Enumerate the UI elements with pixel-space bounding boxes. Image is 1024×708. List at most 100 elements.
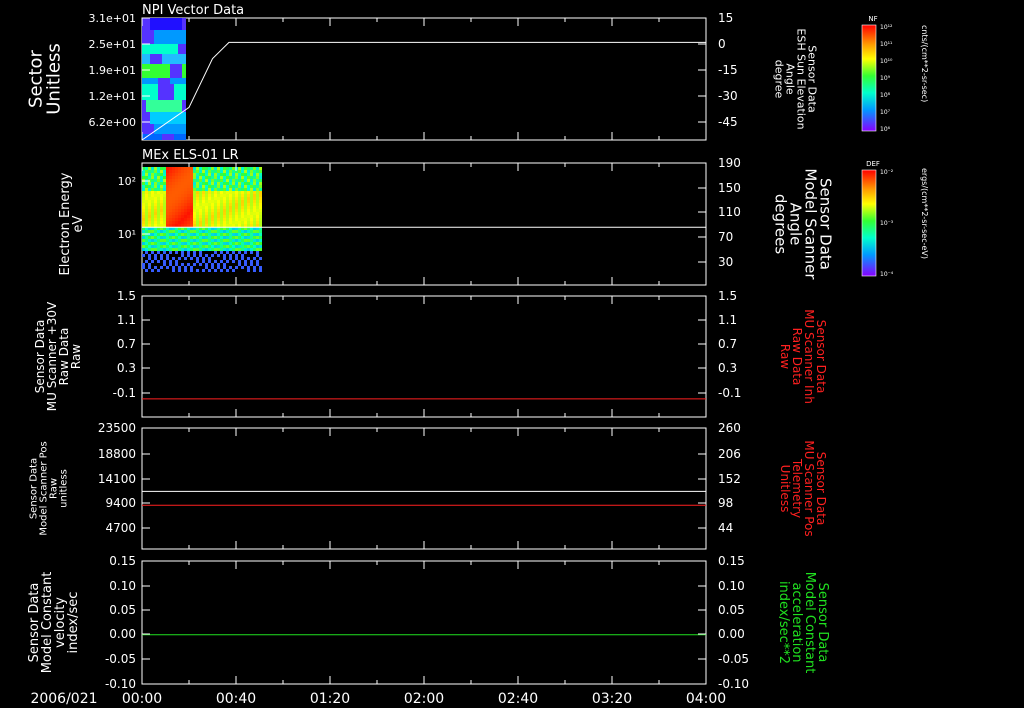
spectrogram-cell xyxy=(199,194,202,197)
spectrogram-cell xyxy=(220,185,223,188)
spectrogram-cell xyxy=(217,206,220,209)
spectrogram-cell xyxy=(174,54,178,64)
spectrogram-cell xyxy=(205,263,208,266)
spectrogram-cell xyxy=(241,179,244,182)
spectrogram-cell xyxy=(187,179,190,182)
spectrogram-cell xyxy=(232,206,235,209)
spectrogram-cell xyxy=(142,224,145,227)
spectrogram-cell xyxy=(208,248,211,251)
spectrogram-cell xyxy=(151,200,154,203)
spectrogram-cell xyxy=(253,248,256,251)
spectrogram-cell xyxy=(181,242,184,245)
spectrogram-cell xyxy=(163,236,166,239)
spectrogram-cell xyxy=(208,209,211,212)
spectrogram-cell xyxy=(196,218,199,221)
spectrogram-cell xyxy=(220,206,223,209)
spectrogram-cell xyxy=(199,236,202,239)
spectrogram-cell xyxy=(193,194,196,197)
spectrogram-cell xyxy=(178,173,181,176)
spectrogram-cell xyxy=(196,206,199,209)
spectrogram-cell xyxy=(235,257,238,260)
spectrogram-cell xyxy=(187,197,190,200)
spectrogram-cell xyxy=(256,260,259,263)
spectrogram-cell xyxy=(238,218,241,221)
spectrogram-cell xyxy=(148,236,151,239)
spectrogram-cell xyxy=(226,182,229,185)
spectrogram-cell xyxy=(151,197,154,200)
spectrogram-cell xyxy=(142,206,145,209)
spectrogram-cell xyxy=(193,167,196,170)
spectrogram-cell xyxy=(247,269,250,272)
spectrogram-cell xyxy=(199,221,202,224)
spectrogram-cell xyxy=(148,221,151,224)
spectrogram-cell xyxy=(244,215,247,218)
spectrogram-cell xyxy=(202,239,205,242)
spectrogram-cell xyxy=(217,185,220,188)
spectrogram-cell xyxy=(202,206,205,209)
spectrogram-cell xyxy=(193,209,196,212)
spectrogram-cell xyxy=(226,173,229,176)
spectrogram-cell xyxy=(142,194,145,197)
spectrogram-cell xyxy=(181,197,184,200)
spectrogram-cell xyxy=(232,236,235,239)
spectrogram-cell xyxy=(235,230,238,233)
spectrogram-cell xyxy=(259,176,262,179)
spectrogram-cell xyxy=(217,194,220,197)
spectrogram-cell xyxy=(154,224,157,227)
spectrogram-cell xyxy=(235,203,238,206)
spectrogram-cell xyxy=(158,100,162,112)
colorbar-def-unit: ergs/(cm**2-sr-sec-eV) xyxy=(920,168,929,259)
spectrogram-cell xyxy=(253,218,256,221)
spectrogram-cell xyxy=(151,242,154,245)
spectrogram-cell xyxy=(211,230,214,233)
spectrogram-cell xyxy=(157,191,160,194)
spectrogram-cell xyxy=(214,233,217,236)
spectrogram-cell xyxy=(157,248,160,251)
spectrogram-cell xyxy=(256,215,259,218)
spectrogram-cell xyxy=(169,260,172,263)
spectrogram-cell xyxy=(232,260,235,263)
spectrogram-cell xyxy=(223,233,226,236)
spectrogram-cell xyxy=(256,197,259,200)
spectrogram-cell xyxy=(199,188,202,191)
spectrogram-cell xyxy=(238,230,241,233)
spectrogram-cell xyxy=(259,221,262,224)
spectrogram-cell xyxy=(208,236,211,239)
spectrogram-cell xyxy=(235,233,238,236)
spectrogram-cell xyxy=(253,269,256,272)
spectrogram-cell xyxy=(169,248,172,251)
spectrogram-cell xyxy=(190,233,193,236)
spectrogram-cell xyxy=(247,230,250,233)
spectrogram-cell xyxy=(178,218,181,221)
spectrogram-cell xyxy=(217,203,220,206)
panel-3: 1.5 1.1 0.7 0.3 -0.1 1.5 1.1 0.7 0.3 -0.1 Sensor D… xyxy=(33,289,828,418)
spectrogram-cell xyxy=(151,239,154,242)
spectrogram-cell xyxy=(178,257,181,260)
spectrogram-cell xyxy=(178,30,182,44)
spectrogram-cell xyxy=(181,221,184,224)
spectrogram-cell xyxy=(202,233,205,236)
spectrogram-cell xyxy=(190,221,193,224)
spectrogram-cell xyxy=(184,185,187,188)
spectrogram-cell xyxy=(158,78,162,84)
spectrogram-cell xyxy=(223,170,226,173)
spectrogram-cell xyxy=(220,173,223,176)
spectrogram-cell xyxy=(190,212,193,215)
spectrogram-cell xyxy=(205,215,208,218)
spectrogram-cell xyxy=(235,212,238,215)
spectrogram-cell xyxy=(250,185,253,188)
spectrogram-cell xyxy=(142,215,145,218)
spectrogram-cell xyxy=(244,203,247,206)
spectrogram-cell xyxy=(184,173,187,176)
spectrogram-cell xyxy=(142,266,145,269)
spectrogram-cell xyxy=(145,173,148,176)
spectrogram-cell xyxy=(241,254,244,257)
spectrogram-cell xyxy=(157,242,160,245)
spectrogram-cell xyxy=(256,224,259,227)
spectrogram-cell xyxy=(199,206,202,209)
spectrogram-cell xyxy=(214,215,217,218)
spectrogram-cell xyxy=(208,191,211,194)
spectrogram-cell xyxy=(145,248,148,251)
spectrogram-cell xyxy=(154,203,157,206)
spectrogram-cell xyxy=(259,248,262,251)
